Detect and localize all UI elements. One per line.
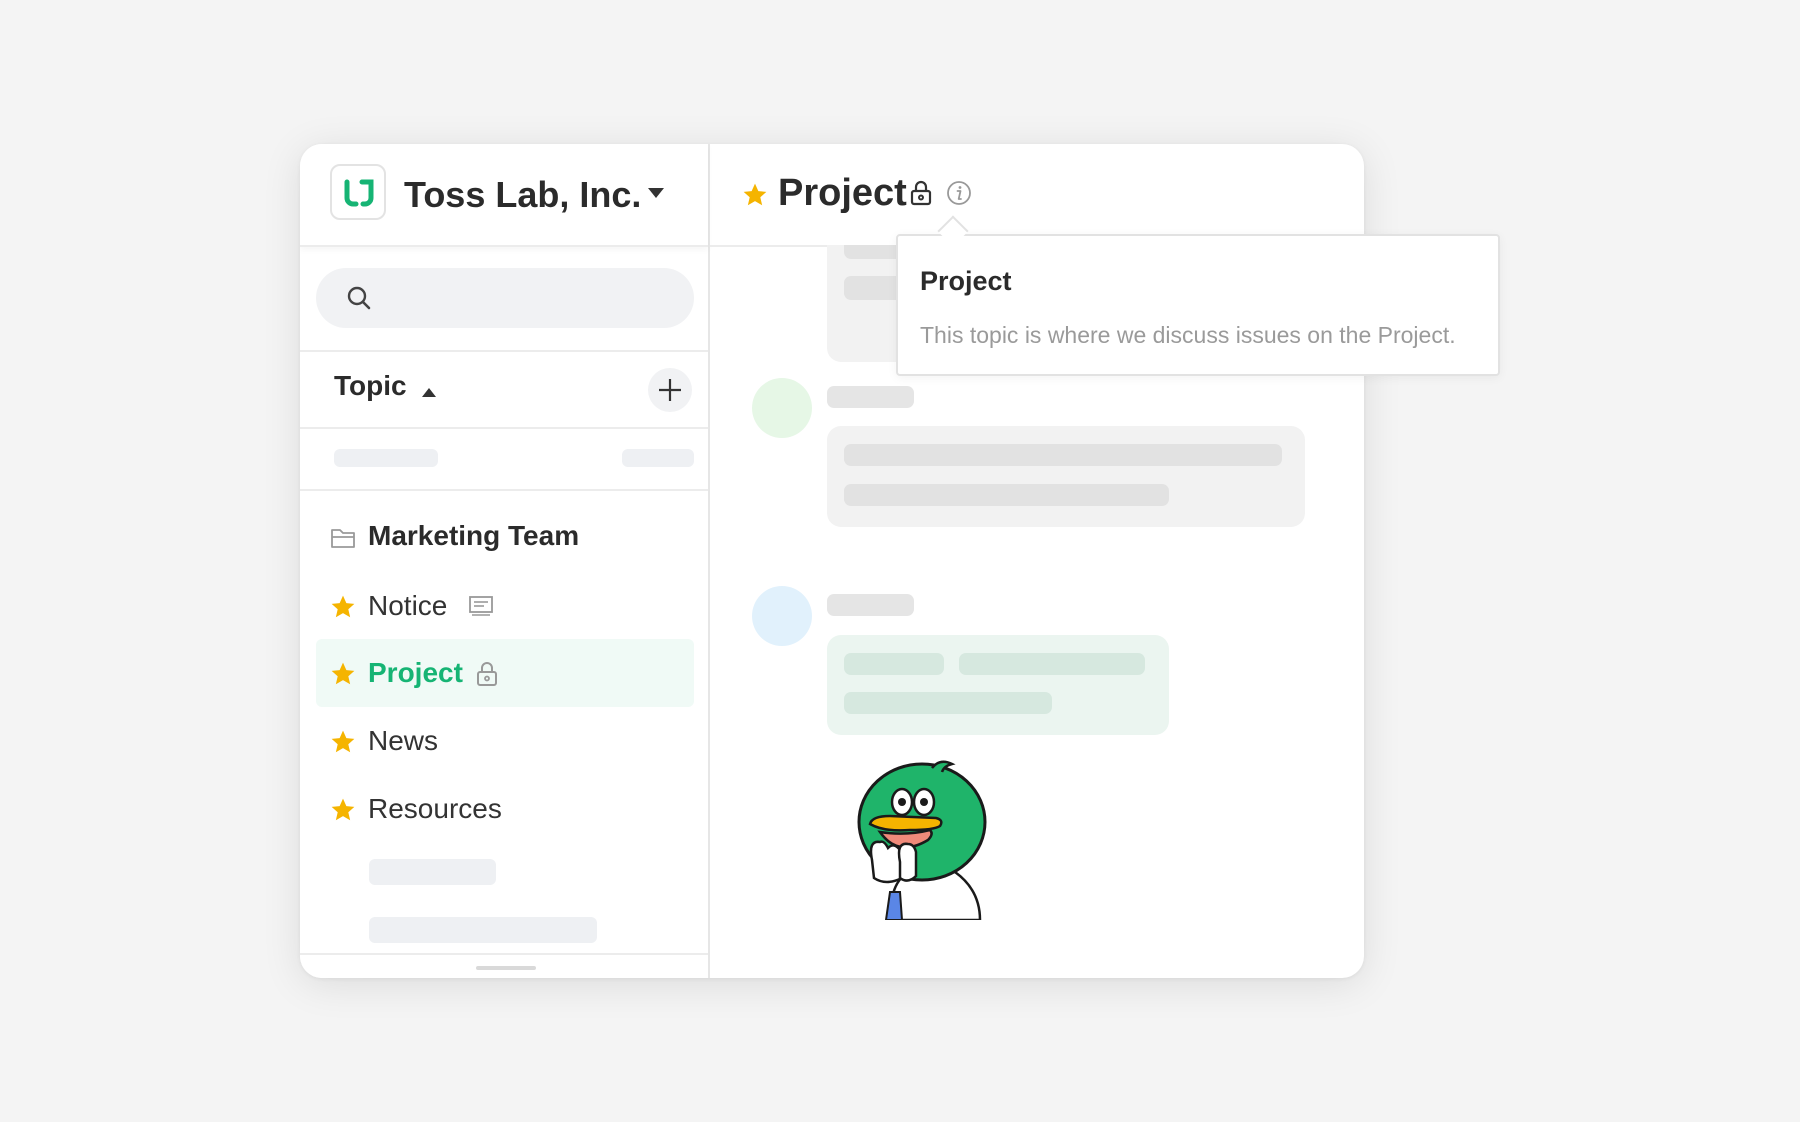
add-topic-button[interactable] xyxy=(648,368,692,412)
avatar[interactable] xyxy=(752,378,812,438)
divider xyxy=(300,953,708,955)
tooltip-title: Project xyxy=(920,266,1012,296)
placeholder-bar xyxy=(844,653,944,675)
announcement-icon xyxy=(469,596,493,616)
placeholder-sender xyxy=(827,386,914,408)
topic-item-notice[interactable]: Notice xyxy=(316,572,694,640)
placeholder-item xyxy=(369,917,597,943)
placeholder-item xyxy=(369,859,496,885)
search-icon xyxy=(347,286,371,310)
topic-label: Resources xyxy=(368,793,502,824)
star-icon[interactable] xyxy=(330,729,356,755)
folder-icon xyxy=(331,529,355,548)
lock-icon xyxy=(910,180,932,206)
placeholder-bar xyxy=(959,653,1145,675)
duck-sticker xyxy=(857,760,987,920)
topic-section-label[interactable]: Topic xyxy=(334,370,407,402)
topic-item-news[interactable]: News xyxy=(316,707,694,775)
star-icon[interactable] xyxy=(742,182,768,208)
workspace-logo xyxy=(330,164,386,220)
placeholder-bar xyxy=(622,449,694,467)
divider xyxy=(300,427,708,429)
star-icon[interactable] xyxy=(330,797,356,823)
plus-icon xyxy=(659,379,681,401)
scroll-handle[interactable] xyxy=(476,966,536,970)
topic-label: Project xyxy=(368,657,463,688)
message-bubble xyxy=(827,426,1305,527)
message-bubble xyxy=(827,635,1169,735)
placeholder-bar xyxy=(334,449,438,467)
caret-up-icon[interactable] xyxy=(422,388,436,397)
placeholder-bar xyxy=(844,444,1282,466)
workspace-name: Toss Lab, Inc. xyxy=(404,174,642,215)
star-icon[interactable] xyxy=(330,661,356,687)
topic-item-project[interactable]: Project xyxy=(316,639,694,707)
tooltip-description: This topic is where we discuss issues on… xyxy=(920,322,1456,348)
star-icon[interactable] xyxy=(330,594,356,620)
search-input[interactable] xyxy=(316,268,694,328)
jandi-logo-icon xyxy=(344,179,374,207)
placeholder-sender xyxy=(827,594,914,616)
avatar[interactable] xyxy=(752,586,812,646)
info-icon[interactable] xyxy=(946,180,972,206)
topic-label: Notice xyxy=(368,590,448,621)
workspace-switcher[interactable]: Toss Lab, Inc. xyxy=(300,144,708,247)
divider xyxy=(300,350,708,352)
divider xyxy=(300,489,708,491)
placeholder-bar xyxy=(844,484,1169,506)
placeholder-bar xyxy=(844,692,1052,714)
sidebar: Toss Lab, Inc. Topic Marketing Team Noti… xyxy=(300,144,710,978)
topic-info-tooltip: Project This topic is where we discuss i… xyxy=(896,234,1500,376)
folder-label: Marketing Team xyxy=(368,520,580,551)
caret-down-icon xyxy=(648,188,664,198)
lock-icon xyxy=(477,662,497,686)
topic-item-resources[interactable]: Resources xyxy=(316,775,694,843)
topic-title: Project xyxy=(778,172,907,214)
topic-label: News xyxy=(368,725,439,756)
topic-header: Project xyxy=(710,144,1364,247)
